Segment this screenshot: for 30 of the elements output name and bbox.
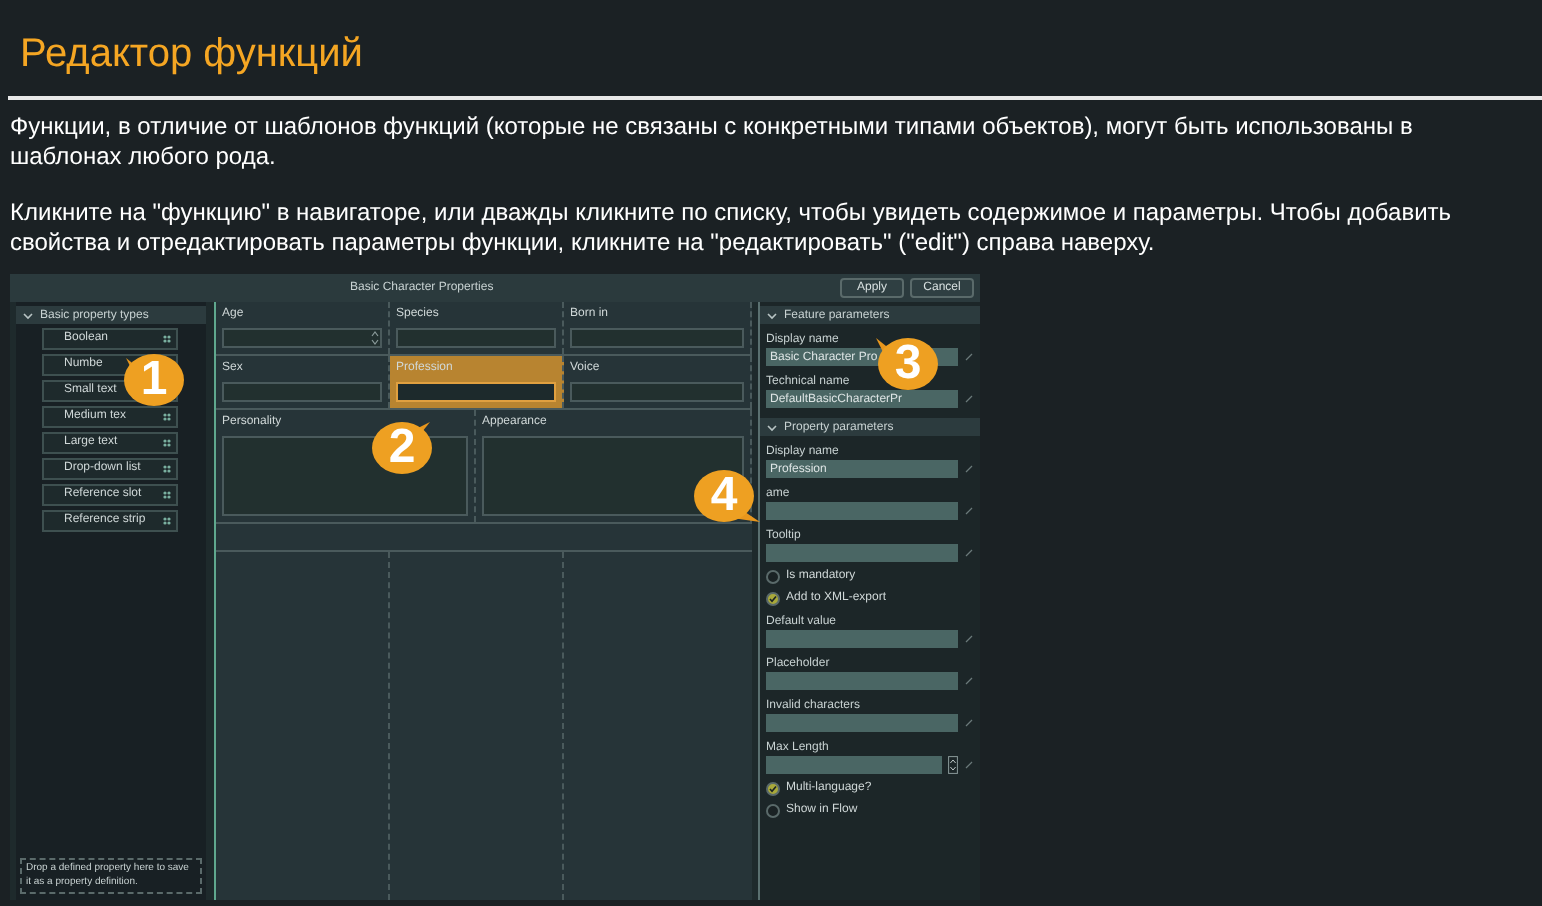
paragraph: Кликните на "функцию" в навигаторе, или дважды кликните по списку, чтобы увидеть содержимое и параметры. Чтобы добавить свойства и отредактировать параметры функции, кликните на "редактировать" ("edit") справа наверху.	[10, 198, 1454, 258]
drag-icon[interactable]	[162, 438, 172, 448]
chevron-icon[interactable]	[22, 309, 34, 321]
input-field[interactable]	[766, 714, 958, 732]
input-field[interactable]	[396, 382, 556, 402]
input-field[interactable]	[396, 328, 556, 348]
drag-icon[interactable]	[162, 516, 172, 526]
input-field[interactable]	[222, 382, 382, 402]
drag-icon[interactable]	[162, 464, 172, 474]
input-field[interactable]	[766, 502, 958, 520]
checkbox[interactable]	[766, 803, 780, 817]
checkbox[interactable]	[766, 569, 780, 583]
paragraph: Функции, в отличие от шаблонов функций (которые не связаны с конкретными типами объектов), могут быть использованы в шаблонах любого рода.	[10, 112, 1415, 172]
input-field[interactable]	[766, 672, 958, 690]
chevron-icon[interactable]	[766, 309, 778, 321]
input-field[interactable]	[766, 544, 958, 562]
input-field[interactable]	[766, 756, 942, 774]
checkbox[interactable]	[766, 781, 780, 795]
input-field[interactable]	[570, 328, 744, 348]
page-title: Редактор функций	[18, 30, 365, 78]
drag-icon[interactable]	[162, 412, 172, 422]
input-field[interactable]	[222, 328, 382, 348]
input-field[interactable]	[570, 382, 744, 402]
input-field[interactable]	[766, 630, 958, 648]
drag-icon[interactable]	[162, 490, 172, 500]
spinner-icon[interactable]	[370, 330, 380, 346]
checkbox[interactable]	[766, 591, 780, 605]
drag-icon[interactable]	[162, 334, 172, 344]
chevron-icon[interactable]	[766, 421, 778, 433]
spinner-icon[interactable]	[948, 756, 958, 774]
